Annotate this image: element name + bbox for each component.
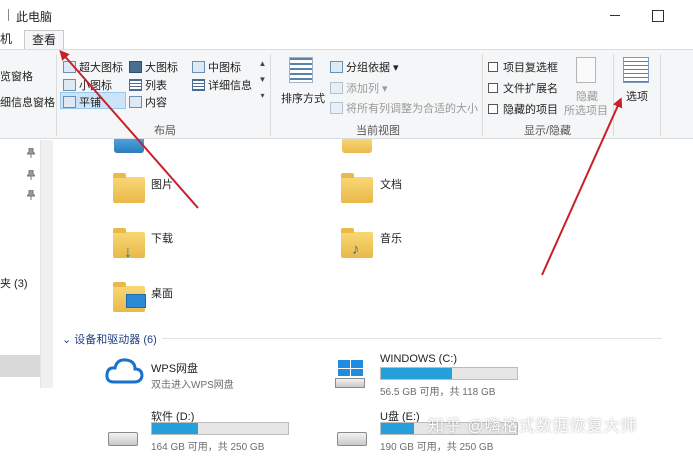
ribbon: 览窗格 细信息窗格 超大图标 大图标 中图标 小图标 列表 详细信息 平铺 内容… [0,49,693,139]
drive-c-space: 56.5 GB 可用，共 118 GB [380,387,496,398]
folder-label-music[interactable]: 音乐 [380,230,402,246]
windows-drive-icon [335,360,365,388]
layout-gallery-scroll[interactable]: ▲ ▼ ▾ [258,56,267,110]
hide-selected-icon [576,57,596,83]
fit-columns-button[interactable]: 将所有列调整为合适的大小 [330,100,478,116]
drive-e-icon [337,432,367,446]
checkbox[interactable] [488,83,498,93]
file-extensions-toggle[interactable]: 文件扩展名 [488,80,558,96]
folder-label-documents[interactable]: 文档 [380,176,402,192]
fit-columns-icon [330,102,343,114]
details-icon [192,79,205,91]
drive-c-usage-bar [380,367,518,380]
content-icon [129,96,142,108]
large-icons-icon [129,61,142,73]
drive-d-space: 164 GB 可用，共 250 GB [151,442,265,453]
layout-content[interactable]: 内容 [129,94,167,110]
ribbon-tabs: 机 查看 [0,30,693,50]
minimize-button[interactable] [606,6,624,24]
layout-group-caption: 布局 [154,125,176,137]
group-by-icon [330,61,343,73]
group-by-button[interactable]: 分组依据 ▾ [330,59,399,75]
current-view-caption: 当前视图 [356,125,400,137]
pin-icon [25,189,37,200]
wps-drive-name[interactable]: WPS网盘 [151,360,198,376]
drive-d-usage-bar [151,422,289,435]
nav-item-quick-access[interactable]: 夹 (3) [0,275,28,291]
hidden-items-toggle[interactable]: 隐藏的项目 [488,101,558,117]
folder-label-downloads[interactable]: 下载 [151,230,173,246]
drive-c-usage-fill [381,368,452,379]
tiles-icon [63,96,76,108]
desktop-screen-icon [126,294,146,308]
chevron-down-icon: ⌄ [62,334,72,346]
separator [613,54,614,136]
pictures-folder-icon[interactable] [113,173,145,203]
title-bar: 此电脑 [0,0,693,30]
wps-drive-sub: 双击进入WPS网盘 [151,380,234,391]
checkbox[interactable] [488,104,498,114]
window-title: 此电脑 [16,10,53,24]
pin-icon [25,169,37,180]
drive-e-space: 190 GB 可用，共 250 GB [380,442,494,453]
nav-selected-item[interactable] [0,355,40,377]
checkbox[interactable] [488,62,498,72]
documents-folder-icon[interactable] [341,173,373,203]
drive-d-usage-fill [152,423,198,434]
add-column-button[interactable]: 添加列 ▾ [330,80,388,96]
download-arrow-icon: ↓ [124,244,132,261]
tab-view[interactable]: 查看 [24,30,64,50]
devices-section-header[interactable]: ⌄ 设备和驱动器 (6) [62,331,157,347]
options-icon [623,57,649,83]
drive-e-usage-fill [381,423,414,434]
layout-list[interactable]: 列表 [129,77,167,93]
separator [270,54,271,136]
section-divider [162,338,662,339]
preview-pane-button[interactable]: 览窗格 [0,68,33,84]
folder-label-desktop[interactable]: 桌面 [151,285,173,301]
separator [56,54,57,136]
layout-medium-icons[interactable]: 中图标 [192,59,241,75]
layout-details[interactable]: 详细信息 [192,77,252,93]
layout-tiles[interactable]: 平铺 [63,94,101,110]
drive-d-icon [108,432,138,446]
layout-small-icons[interactable]: 小图标 [63,77,112,93]
maximize-button[interactable] [648,6,666,24]
tab-computer[interactable]: 机 [0,30,12,50]
drive-c-name[interactable]: WINDOWS (C:) [380,353,457,365]
navigation-pane[interactable]: 夹 (3) [0,140,40,456]
list-icon [129,79,142,91]
details-pane-button[interactable]: 细信息窗格 [0,94,55,110]
folder-label-pictures[interactable]: 图片 [151,176,173,192]
hide-selected-sub: 所选项目 [564,105,608,117]
sort-icon [289,57,313,83]
pin-icon [25,147,37,158]
3d-objects-icon [114,139,144,153]
options-button[interactable]: 选项 [626,88,648,104]
show-hide-caption: 显示/隐藏 [524,125,572,137]
nav-scrollbar[interactable] [40,140,53,388]
cloud-icon [104,356,144,389]
videos-icon [342,139,372,153]
title-separator [8,9,9,21]
music-note-icon: ♪ [352,241,360,258]
watermark: 知乎 @嗨格式数据恢复大师 [428,418,638,435]
large-icons-icon [63,61,76,73]
separator [482,54,483,136]
sort-by-button[interactable]: 排序方式 [281,90,325,106]
medium-icons-icon [192,61,205,73]
small-icons-icon [63,79,76,91]
layout-large-icons[interactable]: 大图标 [129,59,178,75]
separator [660,54,661,136]
content-area[interactable] [54,140,693,456]
layout-extra-large-icons[interactable]: 超大图标 [63,59,123,75]
add-column-icon [330,82,343,94]
item-checkboxes-toggle[interactable]: 项目复选框 [488,59,558,75]
